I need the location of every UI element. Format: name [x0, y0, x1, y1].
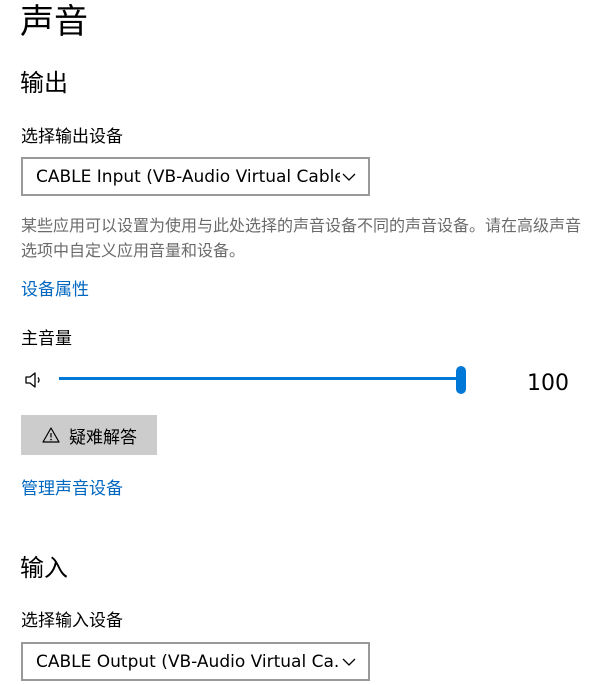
speaker-icon[interactable] — [24, 370, 44, 390]
output-device-select[interactable]: CABLE Input (VB-Audio Virtual Cable) — [21, 157, 370, 196]
output-device-value: CABLE Input (VB-Audio Virtual Cable) — [36, 166, 340, 187]
warning-icon — [41, 425, 61, 445]
troubleshoot-label: 疑难解答 — [69, 427, 137, 448]
page-title: 声音 — [20, 2, 88, 42]
master-volume-slider-thumb[interactable] — [456, 366, 466, 394]
output-description: 某些应用可以设置为使用与此处选择的声音设备不同的声音设备。请在高级声音选项中自定… — [21, 216, 582, 260]
master-volume-label: 主音量 — [21, 329, 72, 349]
troubleshoot-button[interactable]: 疑难解答 — [21, 415, 157, 455]
chevron-down-icon — [340, 653, 358, 671]
input-device-select[interactable]: CABLE Output (VB-Audio Virtual Ca... — [21, 642, 370, 681]
input-device-value: CABLE Output (VB-Audio Virtual Ca... — [36, 651, 340, 672]
chevron-down-icon — [340, 168, 358, 186]
master-volume-value: 100 — [527, 371, 569, 396]
device-properties-link[interactable]: 设备属性 — [21, 279, 89, 301]
input-section-title: 输入 — [20, 554, 68, 582]
manage-sound-devices-link[interactable]: 管理声音设备 — [21, 478, 123, 500]
master-volume-slider[interactable] — [59, 377, 461, 380]
output-section-title: 输出 — [20, 69, 68, 97]
output-device-label: 选择输出设备 — [21, 127, 123, 147]
input-device-label: 选择输入设备 — [21, 611, 123, 631]
